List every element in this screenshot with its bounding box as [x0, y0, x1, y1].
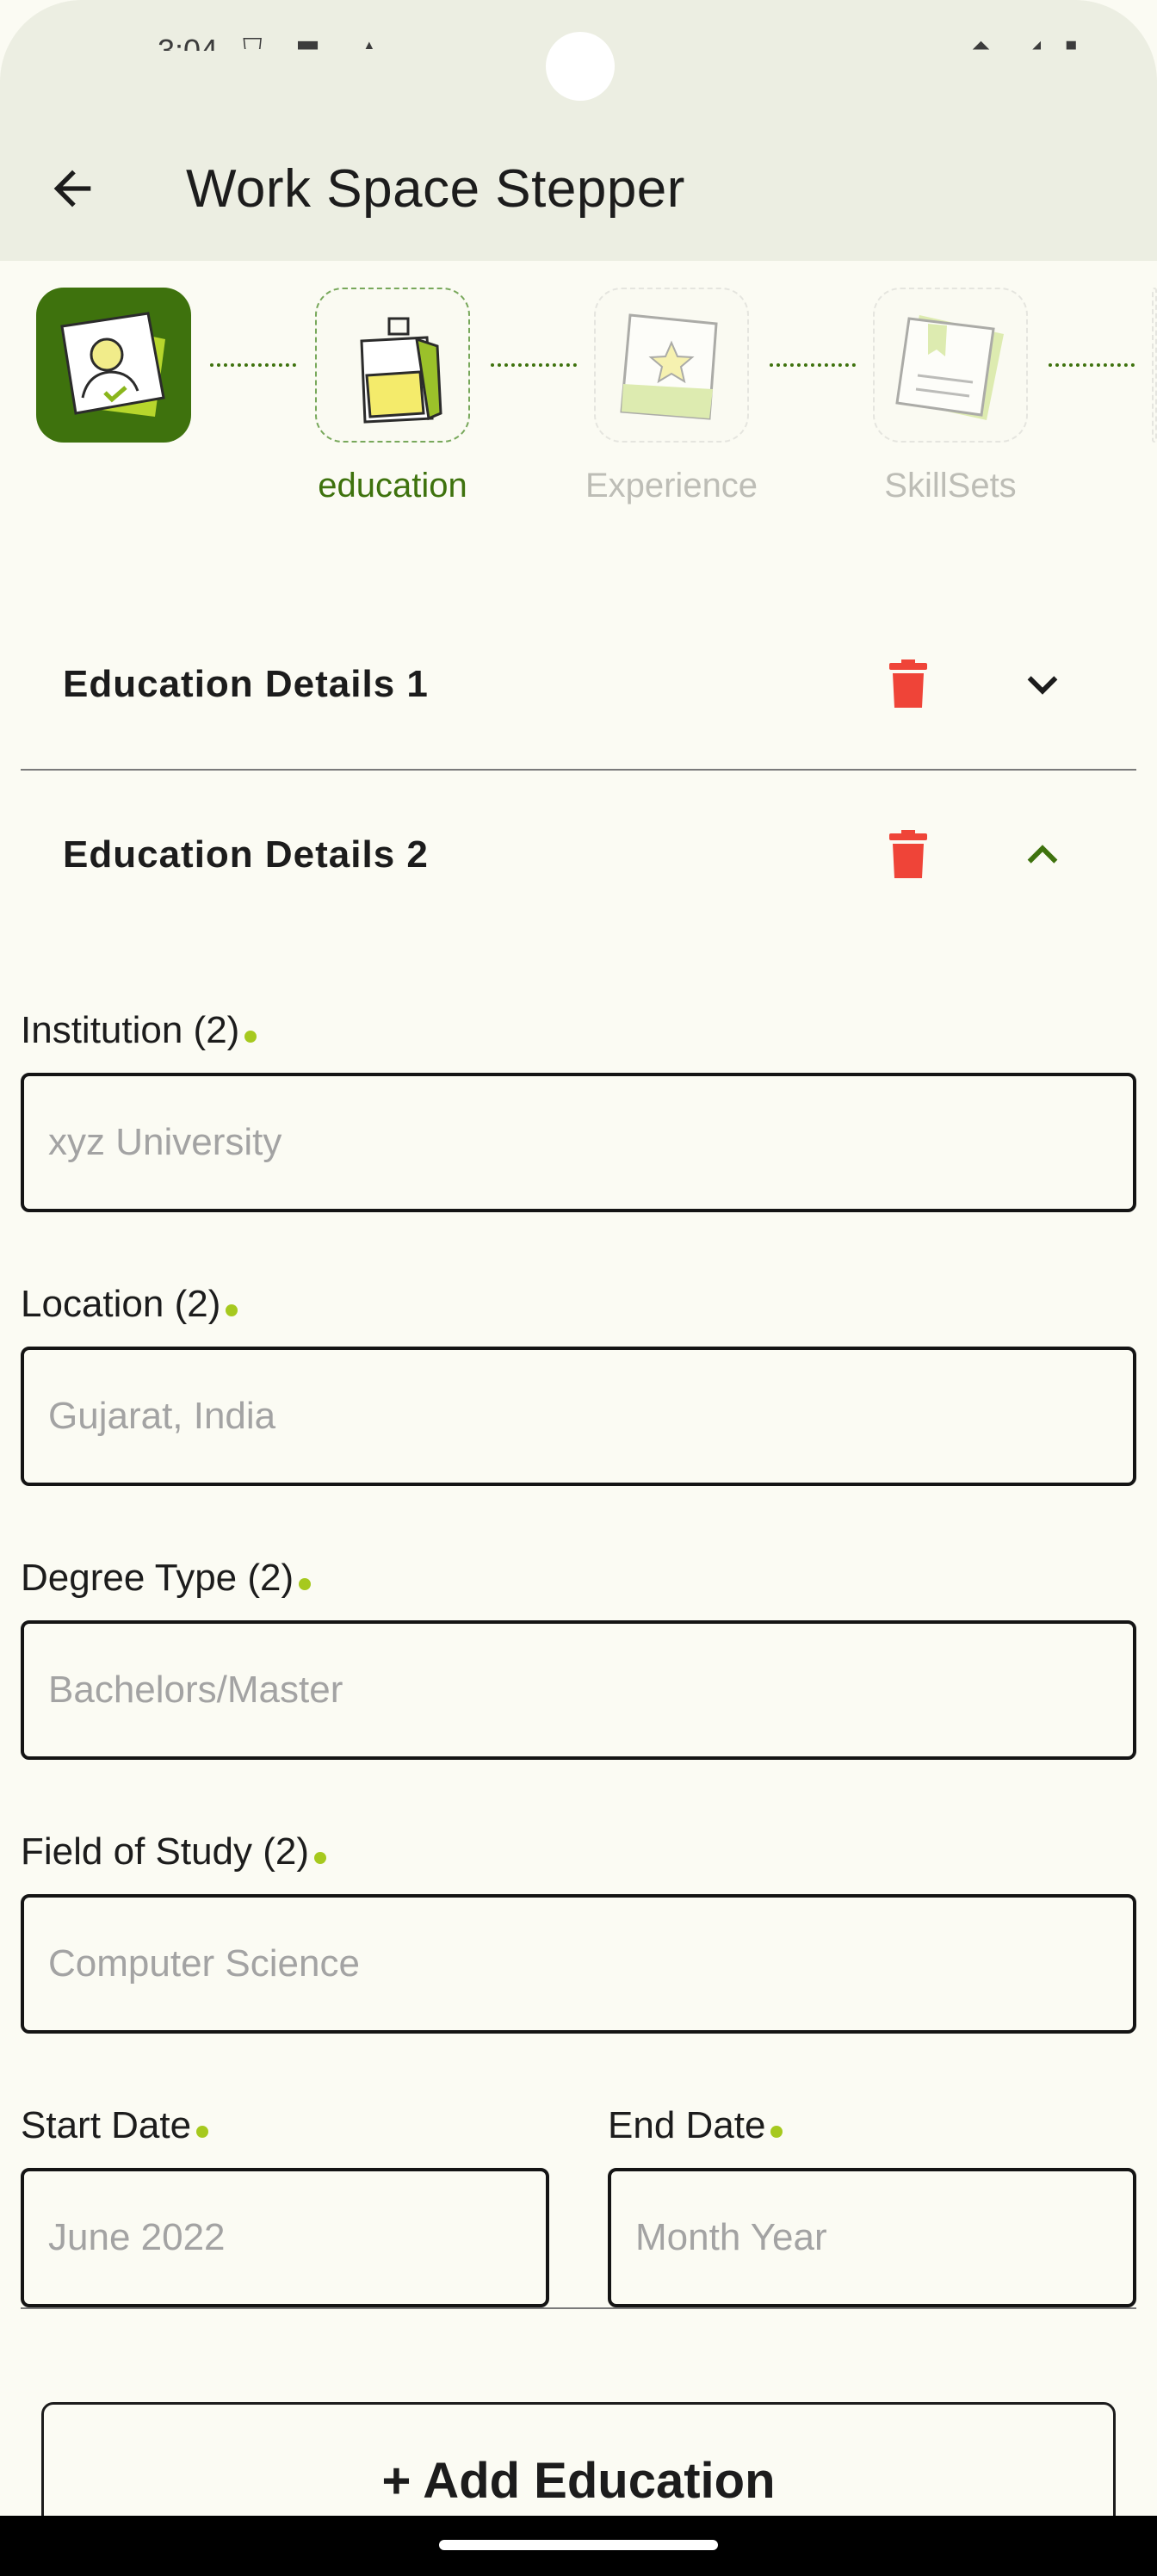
ticket-star-icon	[620, 313, 718, 420]
book-icon	[895, 315, 1004, 420]
step-profile[interactable]	[36, 288, 191, 443]
degree-type-input[interactable]	[21, 1620, 1136, 1760]
institution-label: Institution (2)	[21, 1009, 257, 1052]
page-title: Work Space Stepper	[186, 159, 685, 219]
step-connector	[770, 363, 856, 367]
start-date-label: Start Date	[21, 2104, 209, 2147]
arrow-left-icon[interactable]	[45, 161, 100, 216]
camera-cutout	[546, 32, 615, 101]
section-title-education-1[interactable]: Education Details 1	[63, 663, 429, 706]
step-label-skillsets: SkillSets	[884, 467, 1017, 505]
profile-card-icon	[60, 312, 165, 417]
start-date-input[interactable]	[21, 2168, 549, 2307]
field-of-study-label: Field of Study (2)	[21, 1830, 327, 1873]
step-label-education: education	[318, 467, 467, 505]
step-experience[interactable]	[594, 288, 749, 443]
backpack-icon	[360, 317, 442, 424]
institution-input[interactable]	[21, 1073, 1136, 1212]
required-dot	[244, 1031, 257, 1043]
required-dot	[770, 2126, 783, 2138]
field-of-study-input[interactable]	[21, 1894, 1136, 2034]
section-divider	[21, 2307, 1136, 2309]
location-input[interactable]	[21, 1347, 1136, 1486]
step-education[interactable]	[315, 288, 470, 443]
trash-icon[interactable]	[889, 830, 927, 878]
step-connector	[491, 363, 577, 367]
trash-icon[interactable]	[889, 659, 927, 708]
end-date-label: End Date	[608, 2104, 783, 2147]
step-connector	[1049, 363, 1135, 367]
add-education-button[interactable]: + Add Education	[41, 2402, 1116, 2531]
section-divider	[21, 769, 1136, 771]
home-gesture-handle[interactable]	[439, 2540, 718, 2550]
degree-type-label: Degree Type (2)	[21, 1557, 312, 1600]
step-next-partial[interactable]	[1152, 288, 1157, 443]
step-skillsets[interactable]	[873, 288, 1028, 443]
location-label: Location (2)	[21, 1283, 238, 1326]
chevron-down-icon[interactable]	[1023, 665, 1062, 704]
chevron-up-icon[interactable]	[1023, 835, 1062, 875]
required-dot	[226, 1304, 238, 1316]
end-date-input[interactable]	[608, 2168, 1136, 2307]
step-connector	[210, 363, 296, 367]
required-dot	[299, 1578, 312, 1590]
section-title-education-2[interactable]: Education Details 2	[63, 833, 429, 876]
step-label-experience: Experience	[585, 467, 758, 505]
required-dot	[196, 2126, 209, 2138]
required-dot	[314, 1852, 327, 1864]
